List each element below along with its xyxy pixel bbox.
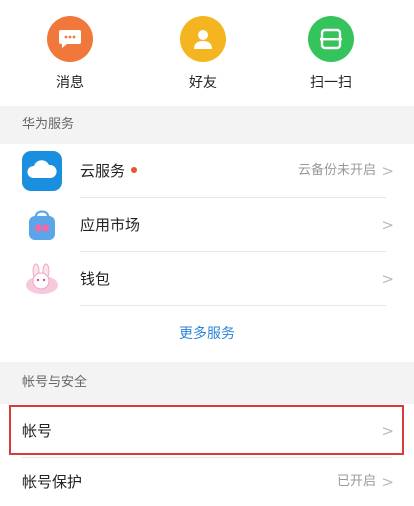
service-item-wallet[interactable]: 钱包 > <box>0 252 414 306</box>
service-item-app-market[interactable]: 应用市场 > <box>0 198 414 252</box>
messages-label: 消息 <box>56 75 84 91</box>
account-security-header: 帐号与安全 <box>0 362 414 404</box>
service-item-label: 钱包 <box>80 270 111 288</box>
friend-icon <box>180 16 226 62</box>
quick-actions-bar: 消息 好友 扫一扫 <box>0 0 414 106</box>
account-protection-label: 帐号保护 <box>22 473 83 491</box>
friends-label: 好友 <box>189 75 217 91</box>
account-protection-status: 已开启 <box>336 474 376 489</box>
messages-button[interactable]: 消息 <box>25 16 115 92</box>
account-row[interactable]: 帐号 > <box>0 404 414 458</box>
service-item-cloud[interactable]: 云服务 云备份未开启 > <box>0 144 414 198</box>
account-label: 帐号 <box>22 422 53 440</box>
new-badge <box>131 166 138 173</box>
cloud-service-icon <box>22 151 62 191</box>
wallet-icon <box>22 259 62 299</box>
app-market-icon <box>22 205 62 245</box>
chevron-right-icon: > <box>381 270 394 288</box>
chevron-right-icon: > <box>381 473 394 491</box>
huawei-services-header: 华为服务 <box>0 106 414 144</box>
more-services-link[interactable]: 更多服务 <box>0 306 414 362</box>
scan-button[interactable]: 扫一扫 <box>286 16 376 92</box>
chevron-right-icon: > <box>381 422 394 440</box>
scan-icon <box>308 16 354 62</box>
friends-button[interactable]: 好友 <box>158 16 248 92</box>
chevron-right-icon: > <box>381 216 394 234</box>
service-item-label: 应用市场 <box>80 216 141 234</box>
account-protection-row[interactable]: 帐号保护 已开启 > <box>0 458 414 506</box>
cloud-backup-status: 云备份未开启 <box>297 163 376 178</box>
chevron-right-icon: > <box>381 162 394 180</box>
scan-label: 扫一扫 <box>310 75 352 91</box>
huawei-services-card: 云服务 云备份未开启 > 应用市场 > 钱包 > 更多服务 <box>0 144 414 362</box>
message-icon <box>47 16 93 62</box>
me-page: 消息 好友 扫一扫 华为服务 云服务 云备份未开启 > 应用市场 > 钱包 > … <box>0 0 414 506</box>
service-item-label: 云服务 <box>80 144 138 198</box>
